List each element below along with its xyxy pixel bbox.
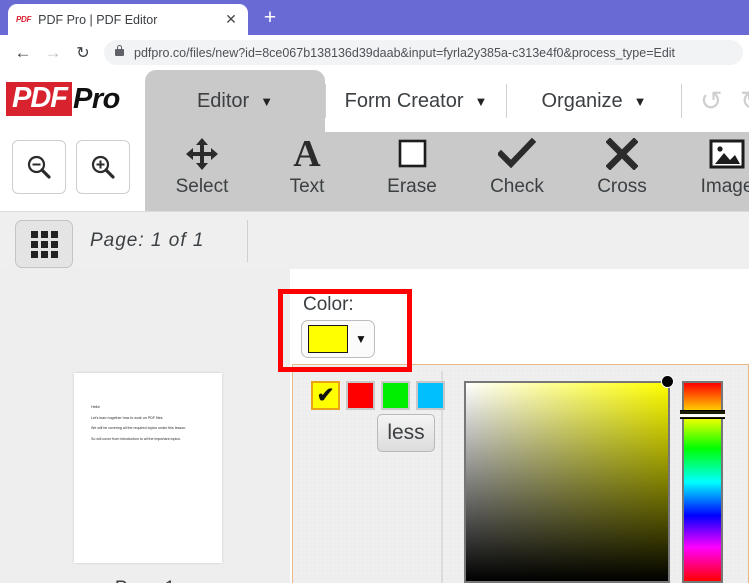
chevron-down-icon: ▼ bbox=[474, 93, 488, 109]
menu-tab-editor[interactable]: Editor ▼ bbox=[145, 70, 325, 132]
chevron-down-icon: ▼ bbox=[260, 93, 274, 109]
close-icon[interactable]: ✕ bbox=[222, 11, 240, 28]
zoom-out-button[interactable] bbox=[12, 140, 66, 194]
pdfpro-logo: PDF Pro bbox=[6, 82, 120, 116]
tool-check[interactable]: Check bbox=[470, 132, 564, 211]
logo-word: Pro bbox=[73, 82, 120, 115]
grid-icon bbox=[30, 230, 58, 258]
logo-mark: PDF bbox=[6, 82, 72, 116]
current-color-swatch bbox=[308, 325, 348, 353]
page-thumbnail[interactable]: Hello! Let's learn together how to work … bbox=[74, 373, 222, 563]
tool-image[interactable]: Image bbox=[680, 132, 749, 211]
swatch-yellow[interactable]: ✔ bbox=[311, 381, 340, 410]
toolbar-divider bbox=[247, 220, 248, 262]
thumbnail-line: Hello! bbox=[91, 405, 101, 409]
swatch-green[interactable] bbox=[381, 381, 410, 410]
zoom-in-button[interactable] bbox=[76, 140, 130, 194]
sv-cursor-handle[interactable] bbox=[661, 375, 674, 388]
chevron-down-icon: ▼ bbox=[355, 332, 367, 346]
thumbnail-line: Let's learn together how to work on PDF … bbox=[91, 415, 164, 420]
app-menubar: PDF Pro Editor ▼ Form Creator ▼ Organize… bbox=[0, 70, 749, 132]
chevron-down-icon: ▼ bbox=[633, 93, 647, 109]
menu-tab-editor-label: Editor bbox=[196, 89, 250, 112]
thumbnail-line: We will be covering all the required top… bbox=[91, 426, 187, 431]
browser-tab-title: PDF Pro | PDF Editor bbox=[38, 12, 158, 27]
less-button[interactable]: less bbox=[377, 414, 435, 452]
page-caption: Page 1 bbox=[0, 578, 290, 583]
page-indicator: Page: 1 of 1 bbox=[90, 230, 205, 251]
tool-erase[interactable]: Erase bbox=[365, 132, 459, 211]
letter-a-icon: A bbox=[293, 133, 321, 175]
menu-tab-organize[interactable]: Organize ▼ bbox=[507, 70, 681, 132]
hue-slider-handle[interactable] bbox=[680, 410, 725, 419]
zoom-in-icon bbox=[91, 155, 115, 179]
sv-black-overlay bbox=[466, 383, 668, 581]
checkmark-icon bbox=[498, 132, 536, 176]
picture-icon bbox=[708, 132, 746, 176]
redo-icon[interactable]: ↻ bbox=[740, 86, 749, 117]
zoom-controls bbox=[12, 140, 130, 194]
document-pane: Hello! Let's learn together how to work … bbox=[0, 268, 290, 583]
pdfpro-app: PDF Pro Editor ▼ Form Creator ▼ Organize… bbox=[0, 70, 749, 583]
lock-icon bbox=[115, 45, 124, 56]
color-dropdown[interactable]: ▼ bbox=[301, 320, 375, 358]
forward-icon[interactable]: → bbox=[38, 43, 68, 63]
color-label: Color: bbox=[303, 294, 354, 315]
zoom-out-icon bbox=[27, 155, 51, 179]
page-thumbnail-text: Hello! Let's learn together how to work … bbox=[91, 405, 205, 447]
undo-icon[interactable]: ↺ bbox=[700, 86, 723, 117]
tool-cross[interactable]: Cross bbox=[575, 132, 669, 211]
address-bar-url: pdfpro.co/files/new?id=8ce067b138136d39d… bbox=[134, 45, 676, 60]
tool-image-label: Image bbox=[700, 176, 749, 197]
browser-window: PDF PDF Pro | PDF Editor ✕ + ← → ↻ pdfpr… bbox=[0, 0, 749, 583]
menu-divider bbox=[681, 84, 682, 118]
tool-check-label: Check bbox=[490, 176, 544, 197]
browser-tabstrip: PDF PDF Pro | PDF Editor ✕ + bbox=[0, 0, 749, 35]
grid-view-button[interactable] bbox=[15, 220, 73, 268]
tool-text-label: Text bbox=[289, 176, 325, 197]
back-icon[interactable]: ← bbox=[8, 43, 38, 63]
swatch-cyan[interactable] bbox=[416, 381, 445, 410]
tool-select-label: Select bbox=[175, 176, 229, 197]
square-outline-icon bbox=[394, 132, 430, 176]
menu-tab-form-creator[interactable]: Form Creator ▼ bbox=[326, 70, 506, 132]
tool-erase-label: Erase bbox=[387, 176, 437, 197]
move-arrows-icon bbox=[184, 132, 220, 176]
pdf-favicon-icon: PDF bbox=[16, 15, 32, 24]
tool-cross-label: Cross bbox=[597, 176, 647, 197]
saturation-value-field[interactable] bbox=[464, 381, 670, 583]
browser-navbar: ← → ↻ pdfpro.co/files/new?id=8ce067b1381… bbox=[0, 35, 749, 70]
thumbnail-line: So will cover from introduction to all t… bbox=[91, 436, 181, 441]
tool-select[interactable]: Select bbox=[155, 132, 249, 211]
page-toolbar: Page: 1 of 1 bbox=[0, 211, 749, 269]
preset-swatch-row: ✔ bbox=[311, 381, 445, 410]
address-bar[interactable]: pdfpro.co/files/new?id=8ce067b138136d39d… bbox=[104, 40, 743, 65]
new-tab-button[interactable]: + bbox=[258, 7, 282, 31]
swatch-red[interactable] bbox=[346, 381, 375, 410]
tool-text[interactable]: A Text bbox=[260, 132, 354, 211]
cross-icon bbox=[606, 132, 638, 176]
color-picker-panel: ✔ less cancel choose bbox=[292, 364, 749, 583]
reload-icon[interactable]: ↻ bbox=[68, 43, 98, 63]
checkmark-icon: ✔ bbox=[316, 384, 335, 407]
menu-tab-organize-label: Organize bbox=[541, 89, 623, 112]
browser-tab[interactable]: PDF PDF Pro | PDF Editor ✕ bbox=[8, 4, 248, 35]
menu-tab-form-creator-label: Form Creator bbox=[344, 89, 464, 112]
